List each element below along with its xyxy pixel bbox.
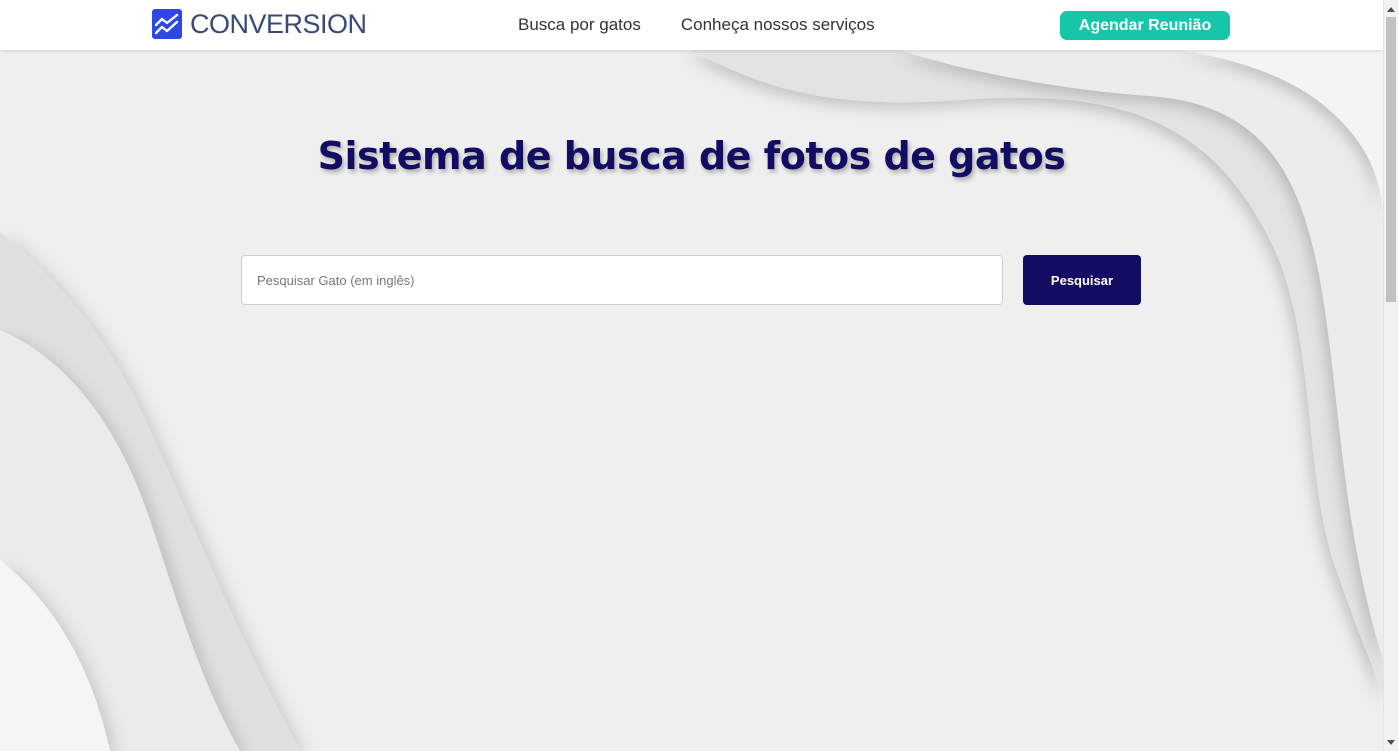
cat-search-input[interactable] bbox=[241, 255, 1003, 305]
main-nav: Busca por gatos Conheça nossos serviços bbox=[518, 15, 875, 35]
search-button[interactable]: Pesquisar bbox=[1023, 255, 1141, 305]
nav-link-busca-por-gatos[interactable]: Busca por gatos bbox=[518, 15, 641, 35]
scroll-up-arrow-icon[interactable] bbox=[1384, 2, 1398, 16]
brand-name: CONVERSION bbox=[190, 9, 367, 39]
vertical-scrollbar[interactable] bbox=[1383, 0, 1398, 751]
nav-link-servicos[interactable]: Conheça nossos serviços bbox=[681, 15, 875, 35]
top-navbar: CONVERSION Busca por gatos Conheça nosso… bbox=[0, 0, 1383, 50]
scroll-down-arrow-icon[interactable] bbox=[1384, 735, 1398, 749]
brand-logo[interactable]: CONVERSION bbox=[152, 9, 367, 39]
schedule-meeting-button[interactable]: Agendar Reunião bbox=[1060, 11, 1230, 40]
trending-up-chart-icon bbox=[152, 9, 182, 39]
page: CONVERSION Busca por gatos Conheça nosso… bbox=[0, 0, 1398, 751]
background-waves bbox=[0, 50, 1383, 751]
page-title: Sistema de busca de fotos de gatos bbox=[317, 134, 1066, 178]
scrollbar-thumb[interactable] bbox=[1386, 17, 1396, 302]
